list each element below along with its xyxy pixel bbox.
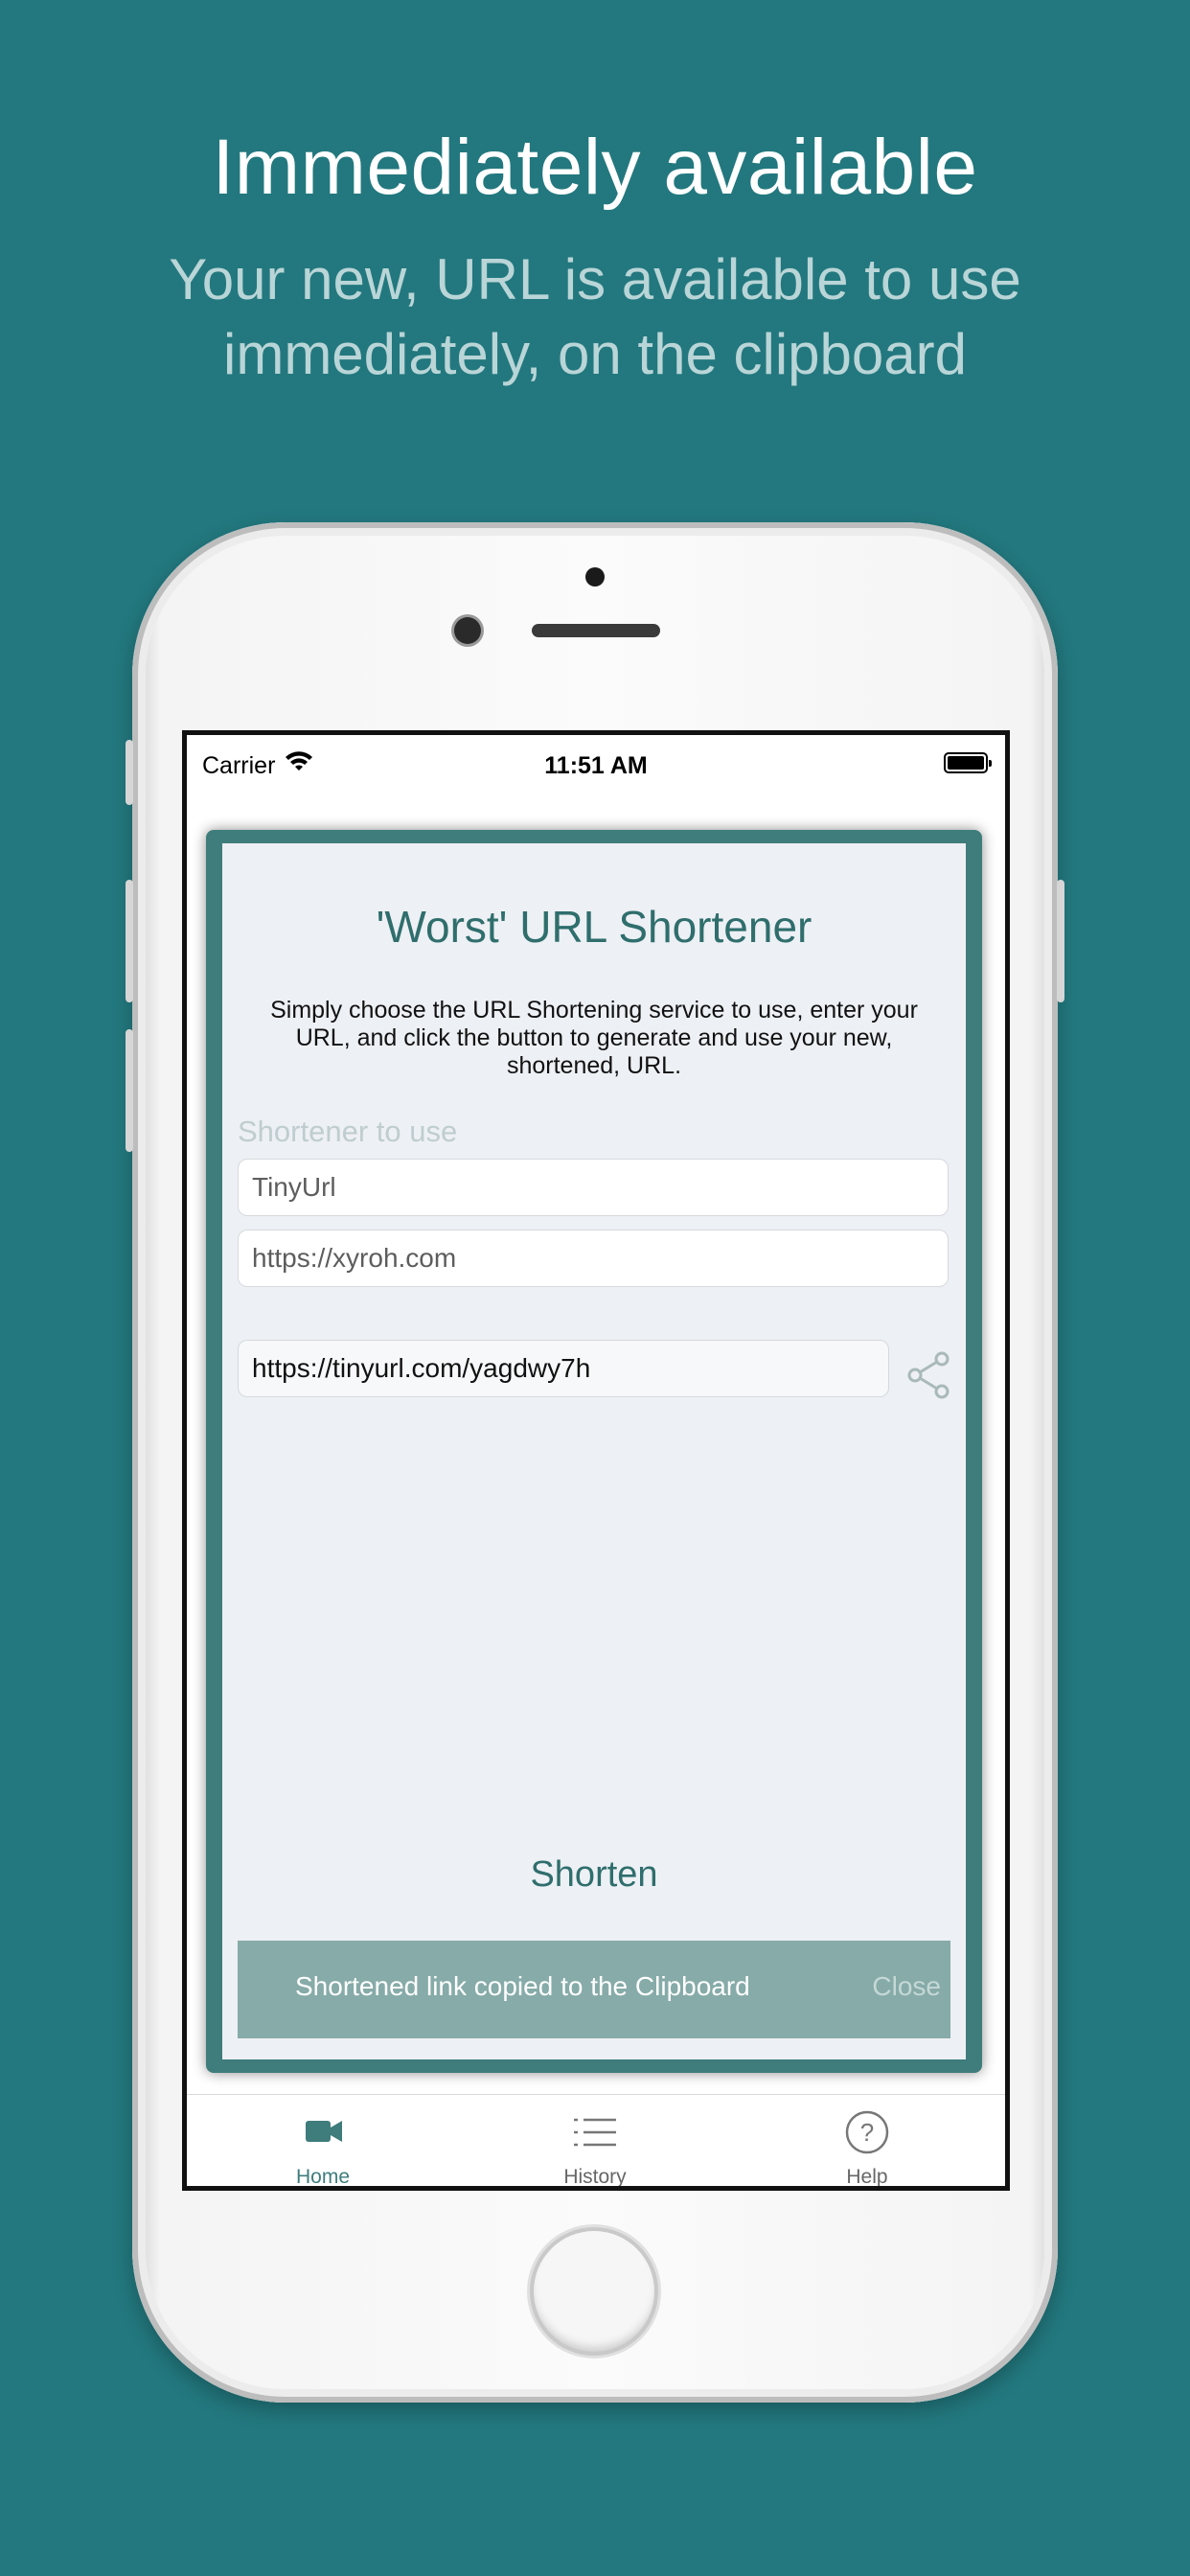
question-circle-icon: ? [845,2110,889,2154]
url-input[interactable]: https://xyroh.com [238,1230,949,1287]
promo-headline: Immediately available [212,124,978,211]
shortened-url-field[interactable]: https://tinyurl.com/yagdwy7h [238,1340,889,1397]
volume-up-button [126,880,133,1002]
tab-home[interactable]: Home [227,2095,419,2188]
shortener-picker[interactable]: TinyUrl [238,1159,949,1216]
tab-history[interactable]: History [499,2095,691,2188]
svg-text:?: ? [860,2118,874,2147]
shortener-label: Shortener to use [238,1115,458,1148]
home-button[interactable] [530,2227,658,2356]
app-description: Simply choose the URL Shortening service… [270,997,918,1079]
tab-bar: Home History ? Help [187,2094,1005,2188]
volume-down-button [126,1029,133,1152]
clipboard-toast: Shortened link copied to the Clipboard C… [238,1941,950,2038]
status-time: 11:51 AM [544,752,648,779]
power-button [1057,880,1064,1002]
shorten-button[interactable]: Shorten [222,1854,966,1896]
toast-close-button[interactable]: Close [872,1971,941,2002]
proximity-sensor [585,567,605,586]
tab-help-label: Help [846,2166,888,2188]
promo-subline: Your new, URL is available to use immedi… [169,247,1021,386]
phone-screen: Carrier 11:51 AM 'Worst' URL Shortener S… [182,730,1010,2191]
list-icon [574,2118,616,2147]
tab-history-label: History [563,2166,627,2188]
earpiece-speaker [532,624,660,637]
tab-home-label: Home [295,2166,351,2188]
mute-switch [126,740,133,805]
share-icon[interactable] [905,1349,953,1401]
video-camera-icon [306,2121,342,2142]
tab-help[interactable]: ? Help [771,2095,963,2188]
battery-icon [944,752,992,773]
app-panel-frame: 'Worst' URL Shortener Simply choose the … [206,830,982,2073]
front-camera [454,617,481,644]
app-title: 'Worst' URL Shortener [376,902,812,952]
status-bar: Carrier 11:51 AM [187,735,1005,793]
toast-message: Shortened link copied to the Clipboard [295,1971,750,2001]
app-panel: 'Worst' URL Shortener Simply choose the … [222,843,966,2059]
